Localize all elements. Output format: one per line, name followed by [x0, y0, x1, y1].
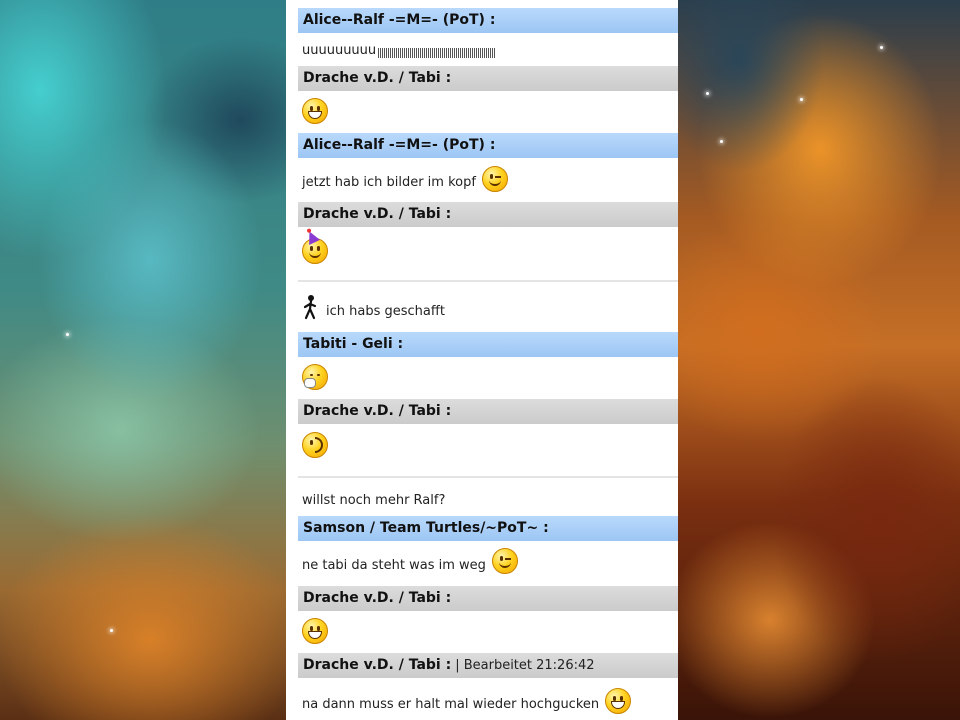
- wink-smiley-icon: [491, 548, 518, 574]
- screen: Alice--Ralf -=M=- (PoT) : uuuuuuuuu Drac…: [0, 0, 960, 720]
- message-author-header: Drache v.D. / Tabi :: [298, 399, 678, 424]
- message-body: [302, 360, 672, 390]
- star: [706, 92, 709, 95]
- yawning-smiley-icon: [302, 364, 328, 390]
- message-body: willst noch mehr Ralf?: [302, 484, 672, 508]
- big-grin-smiley-icon: [605, 688, 632, 714]
- message-text: willst noch mehr Ralf?: [302, 493, 446, 508]
- message-body: [302, 229, 672, 264]
- half-face-smiley-icon: [302, 432, 328, 458]
- party-smiley-icon: [302, 229, 328, 264]
- message-author-header: Samson / Team Turtles/~PoT~ :: [298, 516, 678, 541]
- nebula-background-right: [670, 0, 960, 720]
- message-author: Drache v.D. / Tabi :: [303, 657, 452, 673]
- walking-man-icon: [303, 295, 317, 320]
- star: [880, 46, 883, 49]
- message-body: [302, 94, 672, 124]
- chat-log-panel: Alice--Ralf -=M=- (PoT) : uuuuuuuuu Drac…: [286, 0, 678, 720]
- message-text: ne tabi da steht was im weg: [302, 558, 486, 573]
- message-body: na dann muss er halt mal wieder hochguck…: [302, 682, 672, 714]
- star: [800, 98, 803, 101]
- message-body: ne tabi da steht was im weg: [302, 544, 672, 574]
- repeated-i-text: [378, 48, 497, 58]
- message-author-header: Drache v.D. / Tabi :: [298, 586, 678, 611]
- message-divider: [298, 280, 678, 282]
- star: [66, 333, 69, 336]
- message-text: ich habs geschafft: [326, 304, 445, 319]
- message-text: uuuuuuuuu: [302, 43, 377, 58]
- big-grin-smiley-icon: [302, 98, 328, 124]
- message-divider: [298, 476, 678, 478]
- message-body: [302, 614, 672, 644]
- message-text: na dann muss er halt mal wieder hochguck…: [302, 697, 600, 712]
- message-author-header: Drache v.D. / Tabi : | Bearbeitet 21:26:4…: [298, 653, 678, 678]
- star: [720, 140, 723, 143]
- edited-timestamp: | Bearbeitet 21:26:42: [455, 658, 595, 673]
- nebula-background-left: [0, 0, 300, 720]
- message-body: uuuuuuuuu: [302, 36, 672, 58]
- message-body: jetzt hab ich bilder im kopf: [302, 162, 672, 192]
- message-author-header: Tabiti - Geli :: [298, 332, 678, 357]
- message-body: [302, 428, 672, 458]
- message-author-header: Alice--Ralf -=M=- (PoT) :: [298, 133, 678, 158]
- message-author-header: Drache v.D. / Tabi :: [298, 202, 678, 227]
- big-grin-smiley-icon: [302, 618, 328, 644]
- message-author-header: Alice--Ralf -=M=- (PoT) :: [298, 8, 678, 33]
- wink-smiley-icon: [481, 166, 508, 192]
- message-author-header: Drache v.D. / Tabi :: [298, 66, 678, 91]
- star: [110, 629, 113, 632]
- message-text: jetzt hab ich bilder im kopf: [302, 175, 476, 190]
- message-body: ich habs geschafft: [302, 290, 672, 320]
